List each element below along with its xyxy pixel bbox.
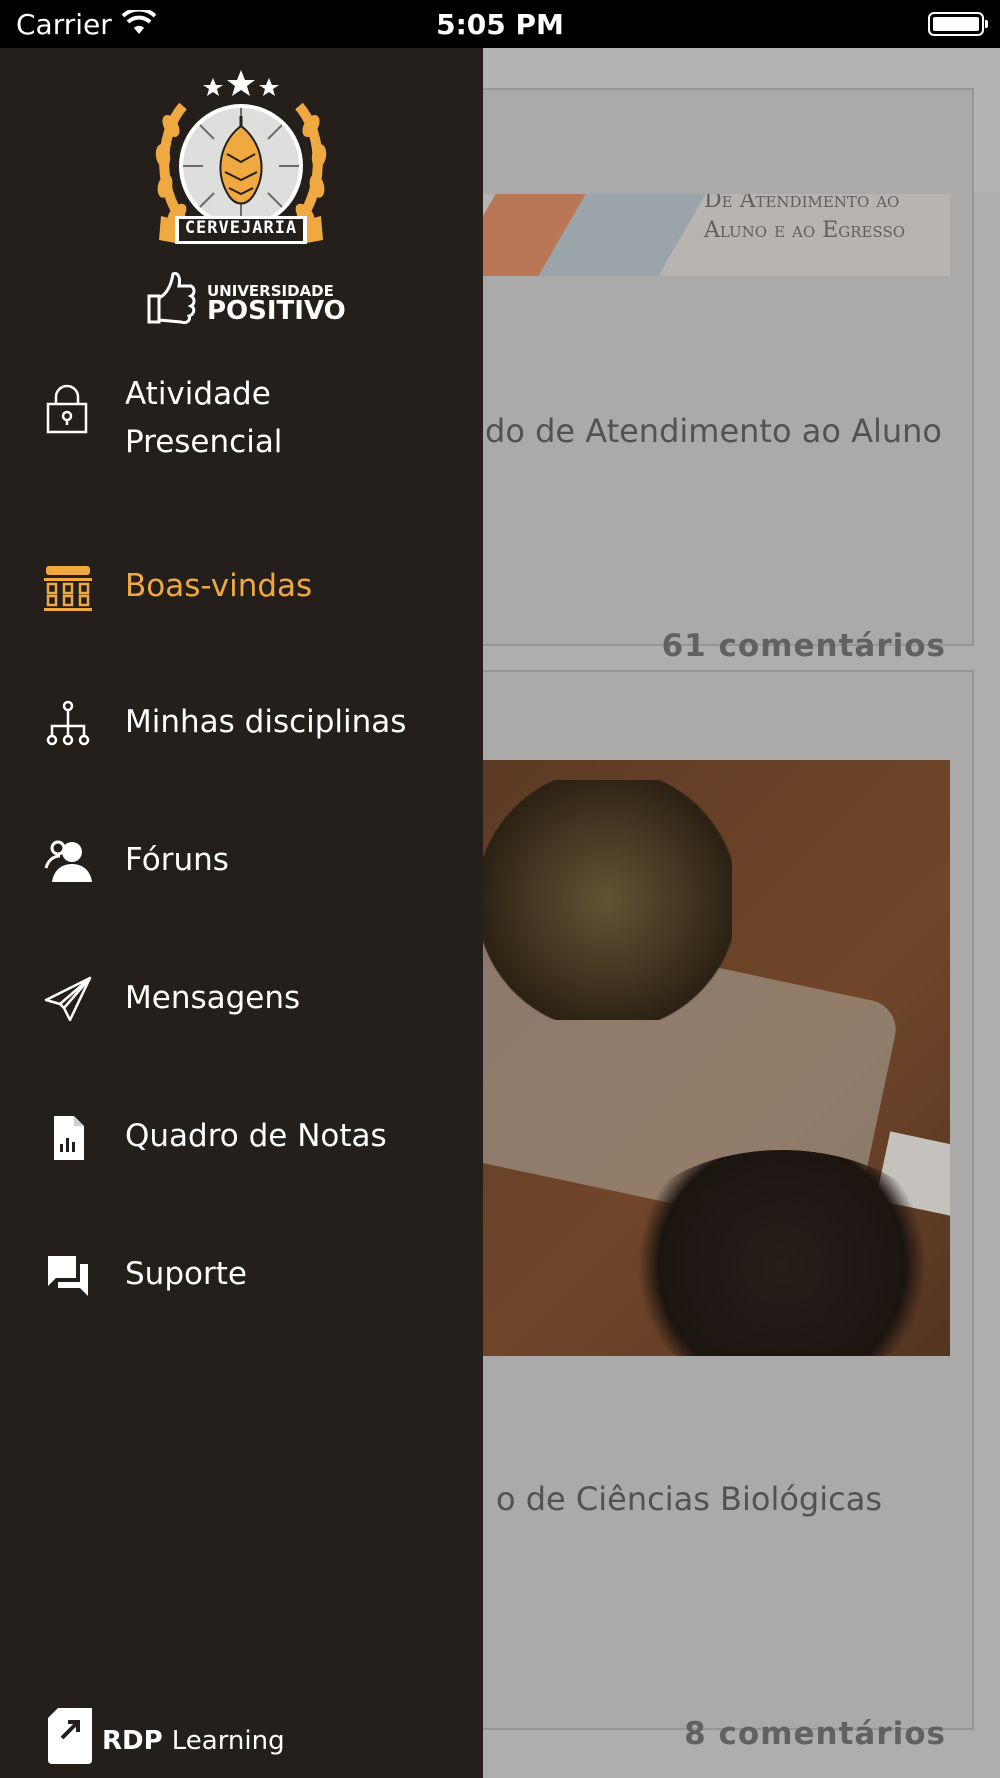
institution-icon — [44, 564, 96, 616]
menu-item-label: Quadro de Notas — [125, 1118, 387, 1154]
report-document-icon — [44, 1114, 96, 1166]
logo-university-line2: POSITIVO — [207, 296, 346, 326]
clock: 5:05 PM — [436, 8, 564, 41]
lock-icon — [44, 384, 96, 436]
paper-plane-icon — [44, 974, 96, 1026]
users-icon — [44, 838, 96, 890]
menu-item-boas-vindas[interactable]: Boas-vindas — [0, 558, 483, 618]
menu-item-label: Boas-vindas — [125, 568, 313, 604]
menu-item-label: Mensagens — [125, 980, 301, 1016]
menu-item-label: Atividade Presencial — [125, 376, 283, 460]
menu-item-label: Suporte — [125, 1256, 247, 1292]
menu-item-minhas-disciplinas[interactable]: Minhas disciplinas — [0, 694, 483, 754]
menu-item-label: Minhas disciplinas — [125, 704, 407, 740]
battery-icon — [928, 12, 988, 36]
rdp-learning-logo: RDP Learning — [48, 1708, 285, 1770]
menu-item-foruns[interactable]: Fóruns — [0, 832, 483, 892]
chat-bubbles-icon — [44, 1252, 96, 1304]
status-bar: Carrier 5:05 PM — [0, 0, 1000, 48]
cervejaria-logo: CERVEJARIA UNIVERSIDADE POSITIVO — [141, 66, 346, 326]
hierarchy-icon — [44, 700, 96, 752]
menu-item-mensagens[interactable]: Mensagens — [0, 970, 483, 1030]
menu-item-label: Fóruns — [125, 842, 229, 878]
rdp-learning-icon — [48, 1708, 92, 1764]
menu-item-quadro-de-notas[interactable]: Quadro de Notas — [0, 1108, 483, 1168]
logo-brand-text: CERVEJARIA — [184, 218, 298, 238]
navigation-drawer: CERVEJARIA UNIVERSIDADE POSITIVO Ativida… — [0, 48, 483, 1778]
menu-item-atividade-presencial[interactable]: Atividade Presencial — [0, 370, 483, 494]
menu-item-suporte[interactable]: Suporte — [0, 1246, 483, 1306]
rdp-learning-wordmark: RDP Learning — [102, 1726, 285, 1756]
